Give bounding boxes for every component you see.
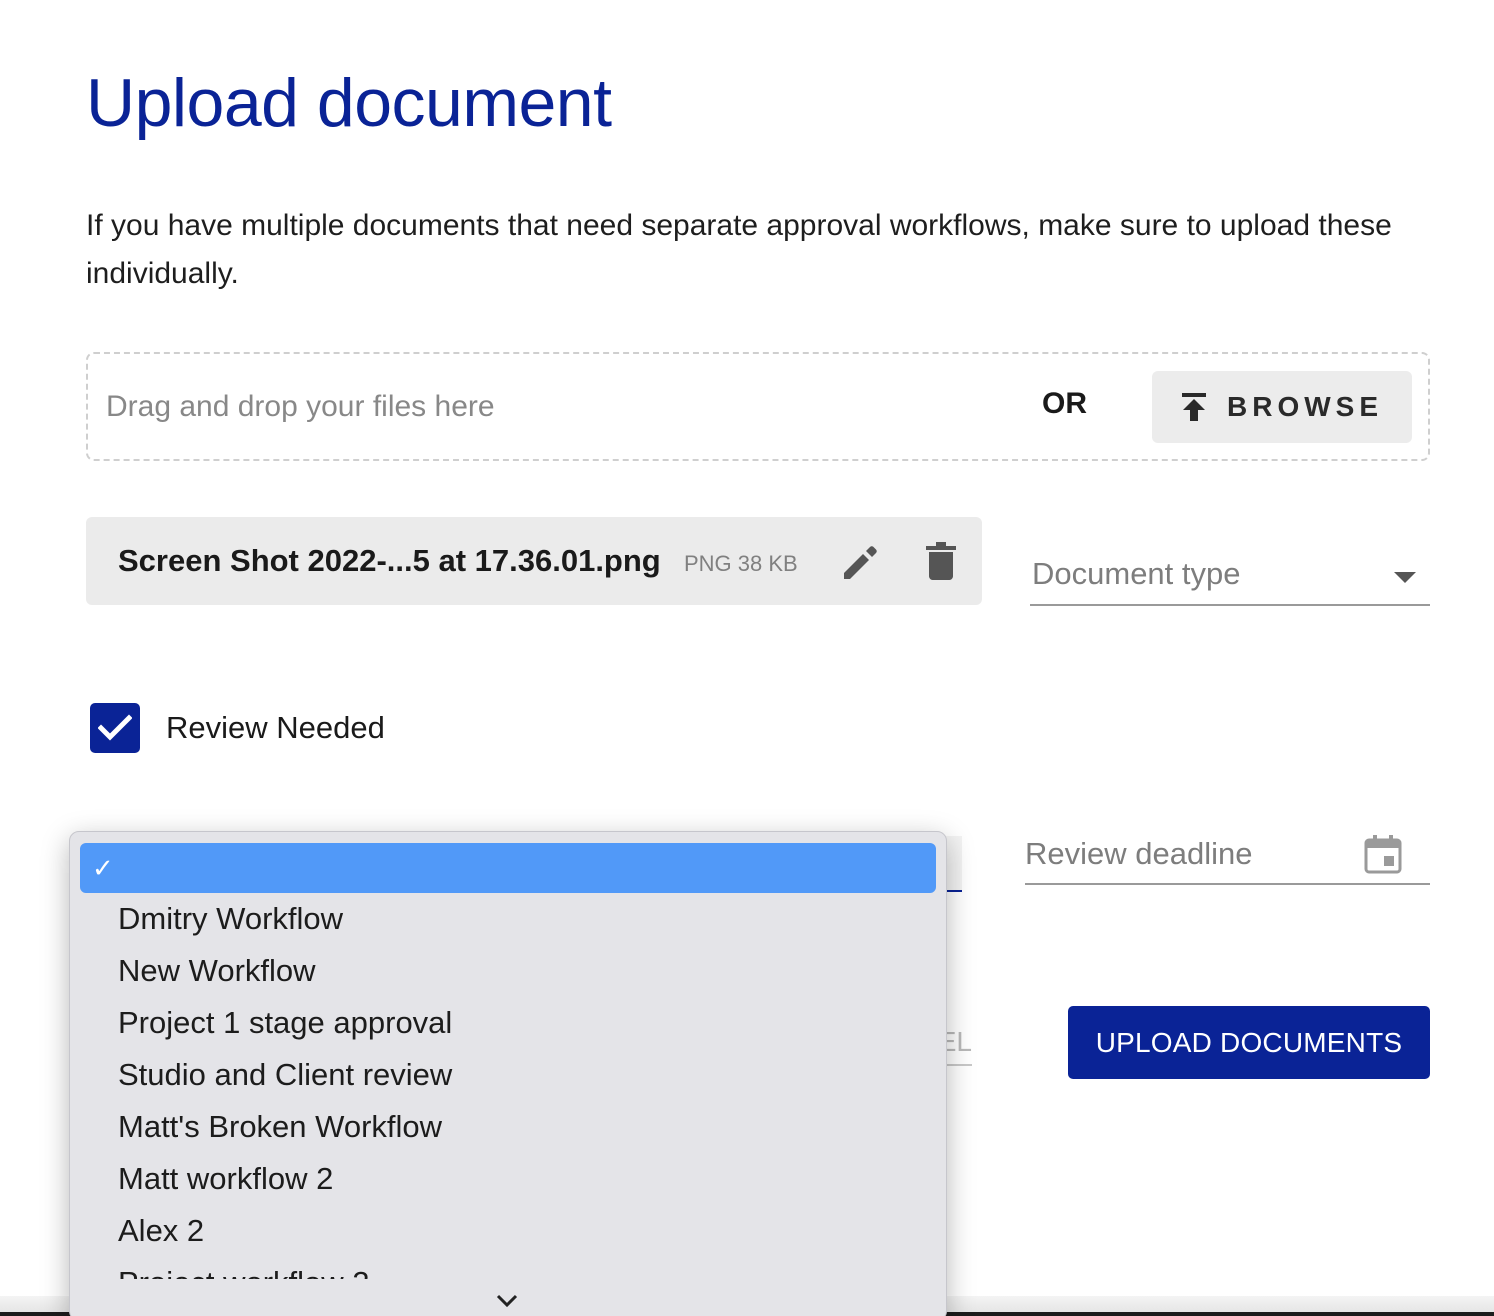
dropdown-options-viewport: ✓ Dmitry Workflow New Workflow Project 1… (70, 832, 946, 1279)
file-meta: PNG 38 KB (684, 551, 798, 576)
review-deadline-field[interactable]: Review deadline (1025, 828, 1430, 885)
document-type-select[interactable]: Document type (1030, 548, 1430, 606)
review-needed-label: Review Needed (166, 710, 385, 745)
upload-icon (1181, 392, 1207, 422)
dropdown-option[interactable]: New Workflow (80, 946, 936, 996)
delete-file-button[interactable] (922, 539, 960, 583)
dropdown-option-empty-selected[interactable]: ✓ (80, 843, 936, 893)
trash-icon (926, 542, 956, 580)
review-deadline-placeholder: Review deadline (1025, 836, 1253, 871)
dropdown-option[interactable]: Matt workflow 2 (80, 1154, 936, 1204)
dropdown-option[interactable]: Project workflow 2 (80, 1258, 936, 1279)
intro-text: If you have multiple documents that need… (86, 209, 1392, 290)
calendar-icon (1364, 835, 1402, 874)
or-label: OR (1042, 387, 1087, 420)
upload-documents-button[interactable]: UPLOAD DOCUMENTS (1068, 1006, 1430, 1079)
pencil-icon (844, 546, 877, 579)
browse-label: BROWSE (1227, 391, 1383, 422)
dropzone-placeholder: Drag and drop your files here (106, 390, 495, 423)
browse-button[interactable]: BROWSE (1152, 371, 1412, 443)
dropdown-option[interactable]: Matt's Broken Workflow (80, 1102, 936, 1152)
dropdown-option[interactable]: Dmitry Workflow (80, 894, 936, 944)
dropdown-arrow-icon (1394, 572, 1416, 583)
uploaded-file-chip: Screen Shot 2022-...5 at 17.36.01.png PN… (86, 517, 982, 605)
page-title: Upload document (86, 65, 612, 141)
file-name: Screen Shot 2022-...5 at 17.36.01.png (118, 543, 661, 578)
document-type-placeholder: Document type (1032, 556, 1241, 591)
edit-file-button[interactable] (840, 541, 882, 583)
scroll-down-chevron-icon[interactable] (496, 1294, 518, 1308)
workflow-dropdown-menu[interactable]: ✓ Dmitry Workflow New Workflow Project 1… (69, 831, 947, 1316)
review-needed-checkbox[interactable] (90, 703, 140, 753)
dropdown-option[interactable]: Alex 2 (80, 1206, 936, 1256)
dropdown-option[interactable]: Studio and Client review (80, 1050, 936, 1100)
dropdown-option[interactable]: Project 1 stage approval (80, 998, 936, 1048)
file-dropzone[interactable]: Drag and drop your files here OR BROWSE (86, 352, 1430, 461)
checkmark-icon (98, 714, 132, 741)
selected-check-icon: ✓ (92, 853, 114, 883)
